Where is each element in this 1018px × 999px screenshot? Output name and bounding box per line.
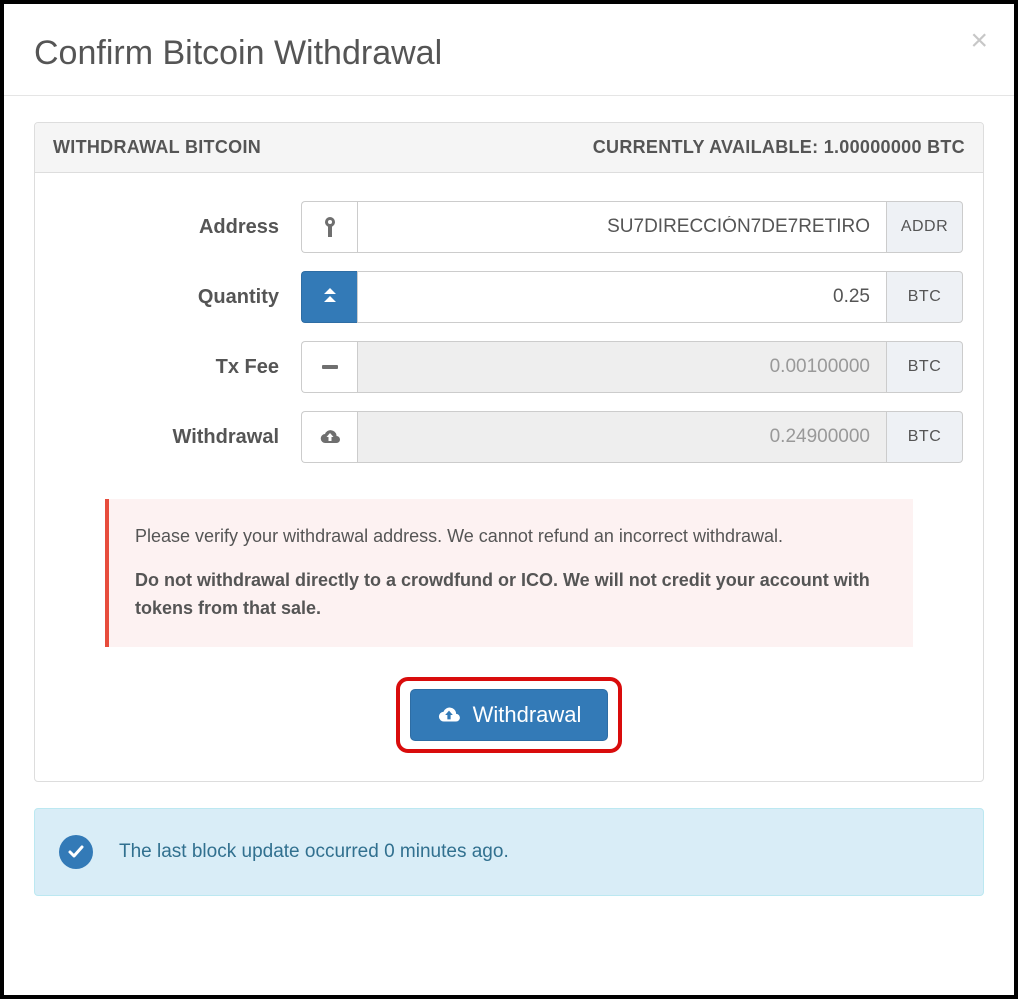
cloud-upload-icon	[437, 706, 461, 724]
withdrawal-unit: BTC	[887, 411, 963, 463]
pin-icon	[301, 201, 357, 253]
warning-alert: Please verify your withdrawal address. W…	[105, 499, 913, 647]
info-alert: The last block update occurred 0 minutes…	[34, 808, 984, 896]
quantity-input[interactable]	[357, 271, 887, 323]
quantity-label: Quantity	[55, 271, 301, 323]
panel-header: WITHDRAWAL BITCOIN CURRENTLY AVAILABLE: …	[35, 123, 983, 173]
withdrawal-label: Withdrawal	[55, 411, 301, 463]
quantity-row: Quantity BTC	[55, 271, 963, 323]
modal: × Confirm Bitcoin Withdrawal WITHDRAWAL …	[0, 0, 1018, 999]
warning-line1: Please verify your withdrawal address. W…	[135, 523, 887, 551]
modal-title: Confirm Bitcoin Withdrawal	[4, 4, 1014, 95]
cloud-upload-icon	[301, 411, 357, 463]
withdrawal-button[interactable]: Withdrawal	[410, 689, 609, 741]
panel-header-right: CURRENTLY AVAILABLE: 1.00000000 BTC	[593, 137, 965, 158]
panel-header-left: WITHDRAWAL BITCOIN	[53, 137, 261, 158]
check-circle-icon	[59, 835, 93, 869]
close-icon[interactable]: ×	[970, 26, 988, 56]
txfee-unit: BTC	[887, 341, 963, 393]
withdrawal-button-highlight: Withdrawal	[396, 677, 623, 753]
withdrawal-panel: WITHDRAWAL BITCOIN CURRENTLY AVAILABLE: …	[34, 122, 984, 782]
address-row: Address ADDR	[55, 201, 963, 253]
warning-line2: Do not withdrawal directly to a crowdfun…	[135, 567, 887, 623]
withdrawal-button-label: Withdrawal	[473, 702, 582, 728]
address-input[interactable]	[357, 201, 887, 253]
txfee-row: Tx Fee BTC	[55, 341, 963, 393]
minus-icon	[301, 341, 357, 393]
address-label: Address	[55, 201, 301, 253]
divider	[4, 95, 1014, 96]
txfee-input	[357, 341, 887, 393]
withdrawal-row: Withdrawal BTC	[55, 411, 963, 463]
info-text: The last block update occurred 0 minutes…	[119, 841, 509, 863]
address-unit[interactable]: ADDR	[887, 201, 963, 253]
withdrawal-input	[357, 411, 887, 463]
txfee-label: Tx Fee	[55, 341, 301, 393]
quantity-unit: BTC	[887, 271, 963, 323]
max-quantity-button[interactable]	[301, 271, 357, 323]
